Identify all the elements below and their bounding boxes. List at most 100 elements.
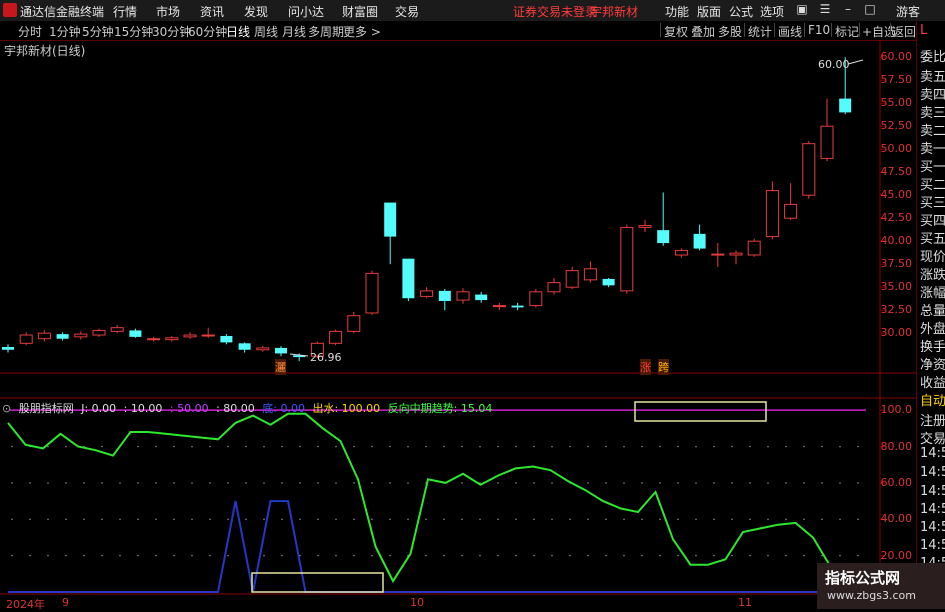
side-item[interactable]: 注册 [920, 410, 945, 429]
candle-body [402, 258, 415, 299]
indicator-tick-label: 20.00 [880, 548, 913, 562]
candle-body [347, 315, 361, 332]
date-month-10: 10 [410, 596, 424, 609]
indicator-tick-label: 100.0 [880, 403, 913, 417]
price-tick-label: 37.50 [880, 257, 913, 271]
candle-body [129, 330, 142, 337]
event-marker[interactable]: 灑 [275, 359, 286, 375]
side-item[interactable]: 交易 [920, 428, 945, 447]
side-item[interactable]: 买二 [920, 174, 945, 193]
candle-body [547, 282, 561, 293]
panel-toggle[interactable]: L [920, 23, 927, 38]
candle-body [747, 240, 761, 256]
side-item[interactable]: 卖二 [920, 120, 945, 139]
side-item[interactable]: 14:56 [920, 465, 945, 480]
price-tick-label: 50.00 [880, 142, 913, 156]
low-price-label: 26.96 [310, 351, 342, 364]
indicator-name[interactable]: 股朋指标网 [19, 402, 74, 415]
settings-icon[interactable]: ⊙ [2, 402, 11, 415]
indicator-tick-label: 60.00 [880, 475, 913, 489]
candle-body [384, 202, 397, 237]
candle-body [37, 332, 51, 340]
side-item[interactable]: 总量 [920, 300, 945, 319]
side-item[interactable]: 14:56 [920, 484, 945, 499]
indicator-header: ⊙ 股朋指标网 J: 0.00 : 10.00 : 50.00 : 80.00 … [0, 400, 880, 415]
event-marker[interactable]: 跨 [658, 359, 669, 375]
side-item[interactable]: 卖五 [920, 66, 945, 85]
side-item[interactable]: 现价 [920, 246, 945, 265]
high-price-label: 60.00 [818, 58, 850, 71]
candle-body [238, 343, 251, 350]
candle-body [475, 294, 488, 301]
event-marker[interactable]: 涨 [640, 359, 651, 375]
candle-body [693, 233, 706, 249]
side-item[interactable]: 换手 [920, 336, 945, 355]
candle-body [2, 347, 14, 350]
side-item[interactable]: 买三 [920, 192, 945, 211]
side-item[interactable]: 收益 [920, 372, 945, 391]
date-month-11: 11 [738, 596, 752, 609]
indicator-tick-label: 80.00 [880, 439, 913, 453]
trend-line [7, 412, 884, 584]
side-item[interactable]: 14:56 [920, 538, 945, 553]
candle-body [74, 333, 88, 338]
side-item[interactable]: 买五 [920, 228, 945, 247]
side-item[interactable]: 14:56 [920, 502, 945, 517]
candle-body [802, 143, 816, 196]
candle-body [602, 278, 615, 286]
side-item[interactable]: 涨跌 [920, 264, 945, 283]
price-tick-label: 57.50 [880, 73, 913, 87]
indicator-trend: 反向中期趋势: 15.04 [387, 402, 493, 415]
candle-body [201, 334, 215, 337]
side-item[interactable]: 涨幅 [920, 282, 945, 301]
price-tick-label: 52.50 [880, 119, 913, 133]
candle-body [365, 272, 379, 314]
price-tick-label: 45.00 [880, 188, 913, 202]
candle-body [529, 291, 543, 307]
side-item[interactable]: 卖一 [920, 138, 945, 157]
indicator-l10: : 10.00 [123, 402, 163, 415]
candle-body [711, 253, 725, 256]
price-tick-label: 42.50 [880, 211, 913, 225]
price-tick-label: 35.00 [880, 280, 913, 294]
price-tick-label: 40.00 [880, 234, 913, 248]
indicator-di: 底: 0.00 [262, 402, 305, 415]
side-item[interactable]: 14:56 [920, 520, 945, 535]
candle-body [765, 190, 779, 238]
chart-canvas[interactable] [0, 0, 916, 597]
side-item[interactable]: 外盘 [920, 318, 945, 337]
watermark-url: www.zbgs3.com [827, 589, 916, 602]
side-item[interactable]: 自动 [920, 390, 945, 409]
indicator-j: J: 0.00 [81, 402, 117, 415]
side-item[interactable]: 卖四 [920, 84, 945, 103]
indicator-chushui: 出水: 100.00 [312, 402, 381, 415]
price-tick-label: 30.00 [880, 326, 913, 340]
side-item[interactable]: 买一 [920, 156, 945, 175]
candle-body [839, 98, 852, 113]
price-tick-label: 32.50 [880, 303, 913, 317]
side-item[interactable]: 委比 [920, 46, 945, 65]
candle-body [92, 329, 106, 336]
date-year: 2024年 [6, 598, 45, 611]
candle-body [438, 290, 451, 301]
quote-side-panel: L 委比 卖五 卖四 卖三 卖二 卖一 买一 买二 买三 买四 买五 现价 涨跌 涨幅 总量 外盘 换手 净资 收益… [916, 21, 945, 609]
candle-body [420, 290, 434, 297]
price-tick-label: 47.50 [880, 165, 913, 179]
candle-body [220, 335, 233, 343]
candle-body [183, 334, 197, 338]
side-item[interactable]: 净资 [920, 354, 945, 373]
side-item[interactable]: 卖三 [920, 102, 945, 121]
date-month-9: 9 [62, 596, 69, 609]
candle-body [147, 338, 161, 341]
candle-body [256, 347, 270, 351]
candle-body [56, 334, 69, 339]
candle-body [565, 270, 579, 288]
side-item[interactable]: 买四 [920, 210, 945, 229]
candle-body [275, 347, 287, 354]
candle-body [165, 337, 179, 341]
candle-body [820, 125, 834, 159]
signal-box [251, 572, 384, 593]
bottom-line [8, 500, 883, 593]
side-item[interactable]: 14:56 [920, 446, 945, 461]
watermark: 指标公式网 www.zbgs3.com [817, 563, 945, 609]
